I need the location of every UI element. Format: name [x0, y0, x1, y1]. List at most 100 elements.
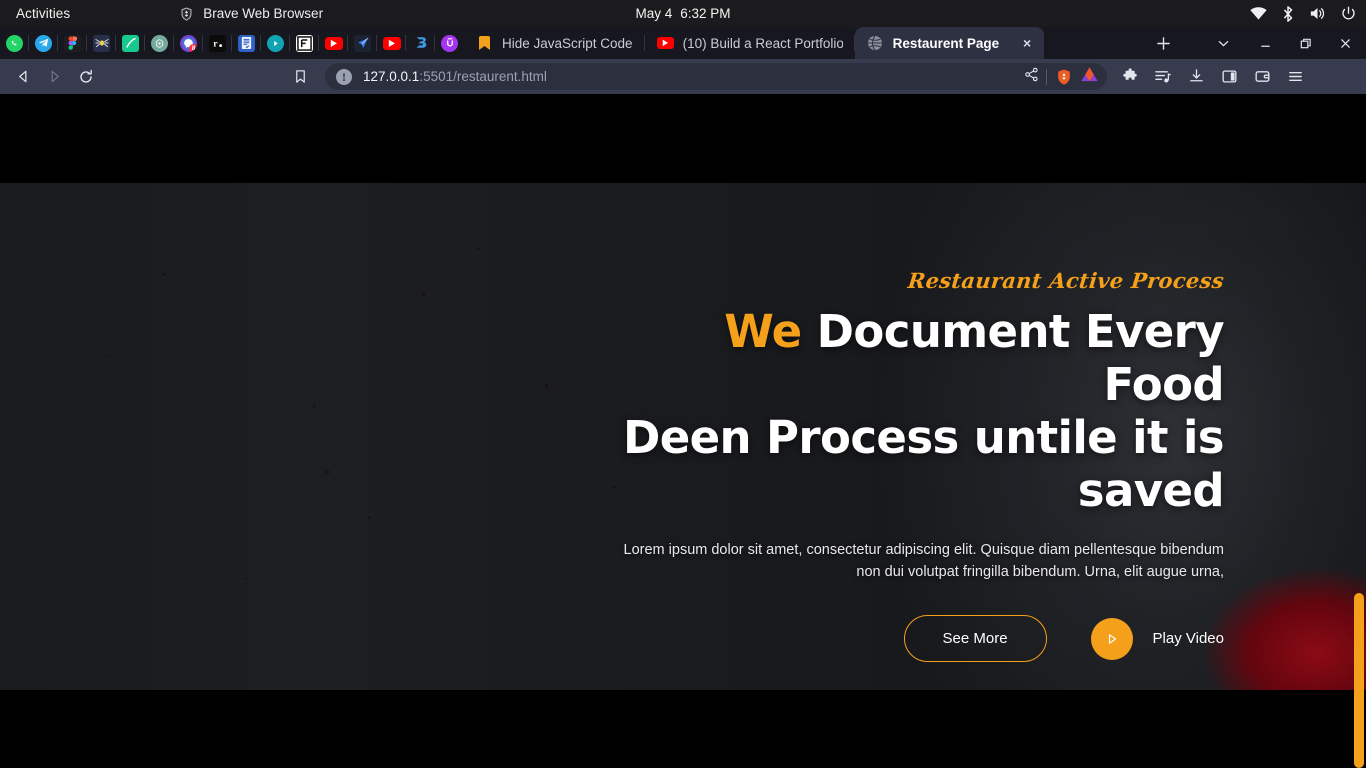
url-host: 127.0.0.1 — [363, 69, 420, 84]
new-tab-button[interactable] — [1148, 29, 1178, 57]
hero-title-rest: Document Every Food — [801, 305, 1225, 411]
hero-title: We Document Every Food Deen Process unti… — [610, 305, 1225, 517]
chevron-down-icon[interactable] — [1208, 29, 1238, 57]
telegram-icon — [35, 34, 52, 52]
pinned-tab-udemy[interactable] — [435, 27, 464, 59]
hero-description: Lorem ipsum dolor sit amet, consectetur … — [623, 542, 1224, 580]
close-icon[interactable]: × — [1018, 34, 1036, 52]
pinned-tab-figma[interactable] — [58, 27, 87, 59]
bookmark-icon[interactable] — [286, 62, 315, 91]
volume-icon — [1309, 6, 1326, 21]
main-menu-icon[interactable] — [1280, 62, 1310, 92]
pinned-tab-telegram[interactable] — [29, 27, 58, 59]
back-arrow-icon[interactable] — [9, 62, 38, 91]
brave-shield-icon[interactable] — [1054, 67, 1073, 86]
system-tray[interactable] — [1250, 0, 1356, 27]
globe-icon — [867, 35, 884, 52]
pinned-tab-player[interactable] — [261, 27, 290, 59]
unread-badge: 8 — [189, 43, 197, 52]
bluetooth-icon — [1282, 5, 1294, 22]
brave-lion-icon — [179, 6, 194, 22]
web-page-viewport: Restaurant Active Process We Document Ev… — [0, 94, 1366, 768]
play-triangle-icon[interactable] — [1090, 617, 1133, 660]
tab-title: Hide JavaScript Code — [502, 35, 633, 51]
u-circle-icon — [441, 34, 458, 52]
hero-content: Restaurant Active Process We Document Ev… — [610, 268, 1226, 662]
address-bar[interactable]: ! 127.0.0.1:5501/restaurent.html — [325, 63, 1107, 90]
pinned-tab-flaticon[interactable] — [290, 27, 319, 59]
bootstrap-icon — [412, 35, 429, 52]
tab-title: (10) Build a React Portfolio — [682, 35, 843, 51]
pinned-tab-youtube-2[interactable] — [377, 27, 406, 59]
browser-toolbar: ! 127.0.0.1:5501/restaurent.html — [0, 59, 1366, 94]
openai-icon — [151, 34, 168, 52]
see-more-button[interactable]: See More — [903, 615, 1047, 662]
tab-strip-actions — [1148, 27, 1366, 59]
active-app-indicator[interactable]: Brave Web Browser — [179, 6, 323, 22]
reload-icon[interactable] — [71, 62, 100, 91]
activities-button[interactable]: Activities — [0, 6, 84, 21]
r-dot-icon: r — [209, 34, 226, 52]
wallet-icon[interactable] — [1247, 62, 1277, 92]
tab-build-a-react-portfolio[interactable]: (10) Build a React Portfolio — [645, 27, 855, 59]
clock-date: May 4 — [635, 6, 673, 21]
pinned-tab-whatsapp[interactable] — [0, 27, 29, 59]
play-video-control[interactable]: Play Video — [1090, 617, 1224, 660]
sidebar-panel-icon[interactable] — [1214, 62, 1244, 92]
gnome-top-bar: Activities Brave Web Browser May 4 6:32 P… — [0, 0, 1366, 27]
whatsapp-icon — [6, 34, 23, 52]
bug-icon — [93, 34, 110, 52]
figma-icon — [64, 34, 81, 52]
brave-rewards-triangle-icon[interactable] — [1080, 66, 1099, 88]
forward-arrow-icon — [40, 62, 69, 91]
address-bar-actions — [1024, 66, 1101, 88]
not-secure-info-icon[interactable]: ! — [336, 68, 352, 85]
hero-actions: See More Play Video — [610, 615, 1224, 662]
tab-restaurent-page[interactable]: Restaurent Page × — [854, 27, 1045, 59]
navigation-buttons — [0, 62, 100, 91]
pinned-tab-chatgpt[interactable] — [145, 27, 174, 59]
pinned-tab-notes[interactable] — [232, 27, 261, 59]
youtube-icon — [324, 36, 343, 50]
hero-title-line2: Deen Process untile it is saved — [622, 411, 1225, 517]
messenger-badge-icon: 8 — [180, 34, 197, 52]
paper-plane-icon — [354, 34, 371, 52]
pinned-tab-arrow[interactable] — [348, 27, 377, 59]
divider — [1046, 68, 1047, 85]
hero-title-highlight: We — [724, 305, 802, 358]
pinned-tab-tick[interactable] — [116, 27, 145, 59]
playlist-icon[interactable] — [1148, 62, 1178, 92]
restore-icon[interactable] — [1290, 29, 1320, 57]
clock-time: 6:32 PM — [680, 6, 731, 21]
wifi-icon — [1250, 7, 1267, 20]
tab-hide-javascript-code[interactable]: Hide JavaScript Code — [464, 27, 645, 59]
scrollbar-thumb[interactable] — [1354, 593, 1364, 768]
page-scrollbar[interactable] — [1352, 94, 1366, 768]
f-frame-icon — [296, 34, 313, 52]
minimize-icon[interactable] — [1250, 29, 1280, 57]
pinned-tab-youtube-1[interactable] — [319, 27, 348, 59]
play-video-label: Play Video — [1152, 630, 1224, 647]
url-text: 127.0.0.1:5501/restaurent.html — [363, 69, 547, 84]
pinned-tab-rapid[interactable]: r — [203, 27, 232, 59]
bookmark-tag-icon — [476, 35, 493, 52]
notebook-icon — [238, 34, 255, 52]
hero-eyebrow: Restaurant Active Process — [906, 268, 1226, 293]
pinned-tab-bootstrap[interactable] — [406, 27, 435, 59]
extensions-puzzle-icon[interactable] — [1115, 62, 1145, 92]
youtube-icon — [656, 37, 674, 49]
toolbar-actions — [1115, 62, 1318, 92]
pinned-tab-messenger[interactable]: 8 — [174, 27, 203, 59]
play-circle-icon — [267, 34, 284, 52]
tab-title: Restaurent Page — [892, 35, 1000, 51]
youtube-icon — [382, 36, 401, 50]
swoosh-icon — [122, 34, 139, 52]
active-app-name: Brave Web Browser — [203, 6, 324, 21]
pinned-tab-spider[interactable] — [87, 27, 116, 59]
downloads-icon[interactable] — [1181, 62, 1211, 92]
power-icon — [1341, 6, 1356, 21]
close-icon[interactable] — [1330, 29, 1360, 57]
hero-section: Restaurant Active Process We Document Ev… — [0, 183, 1366, 690]
share-icon[interactable] — [1024, 67, 1039, 87]
svg-text:r: r — [213, 39, 218, 50]
